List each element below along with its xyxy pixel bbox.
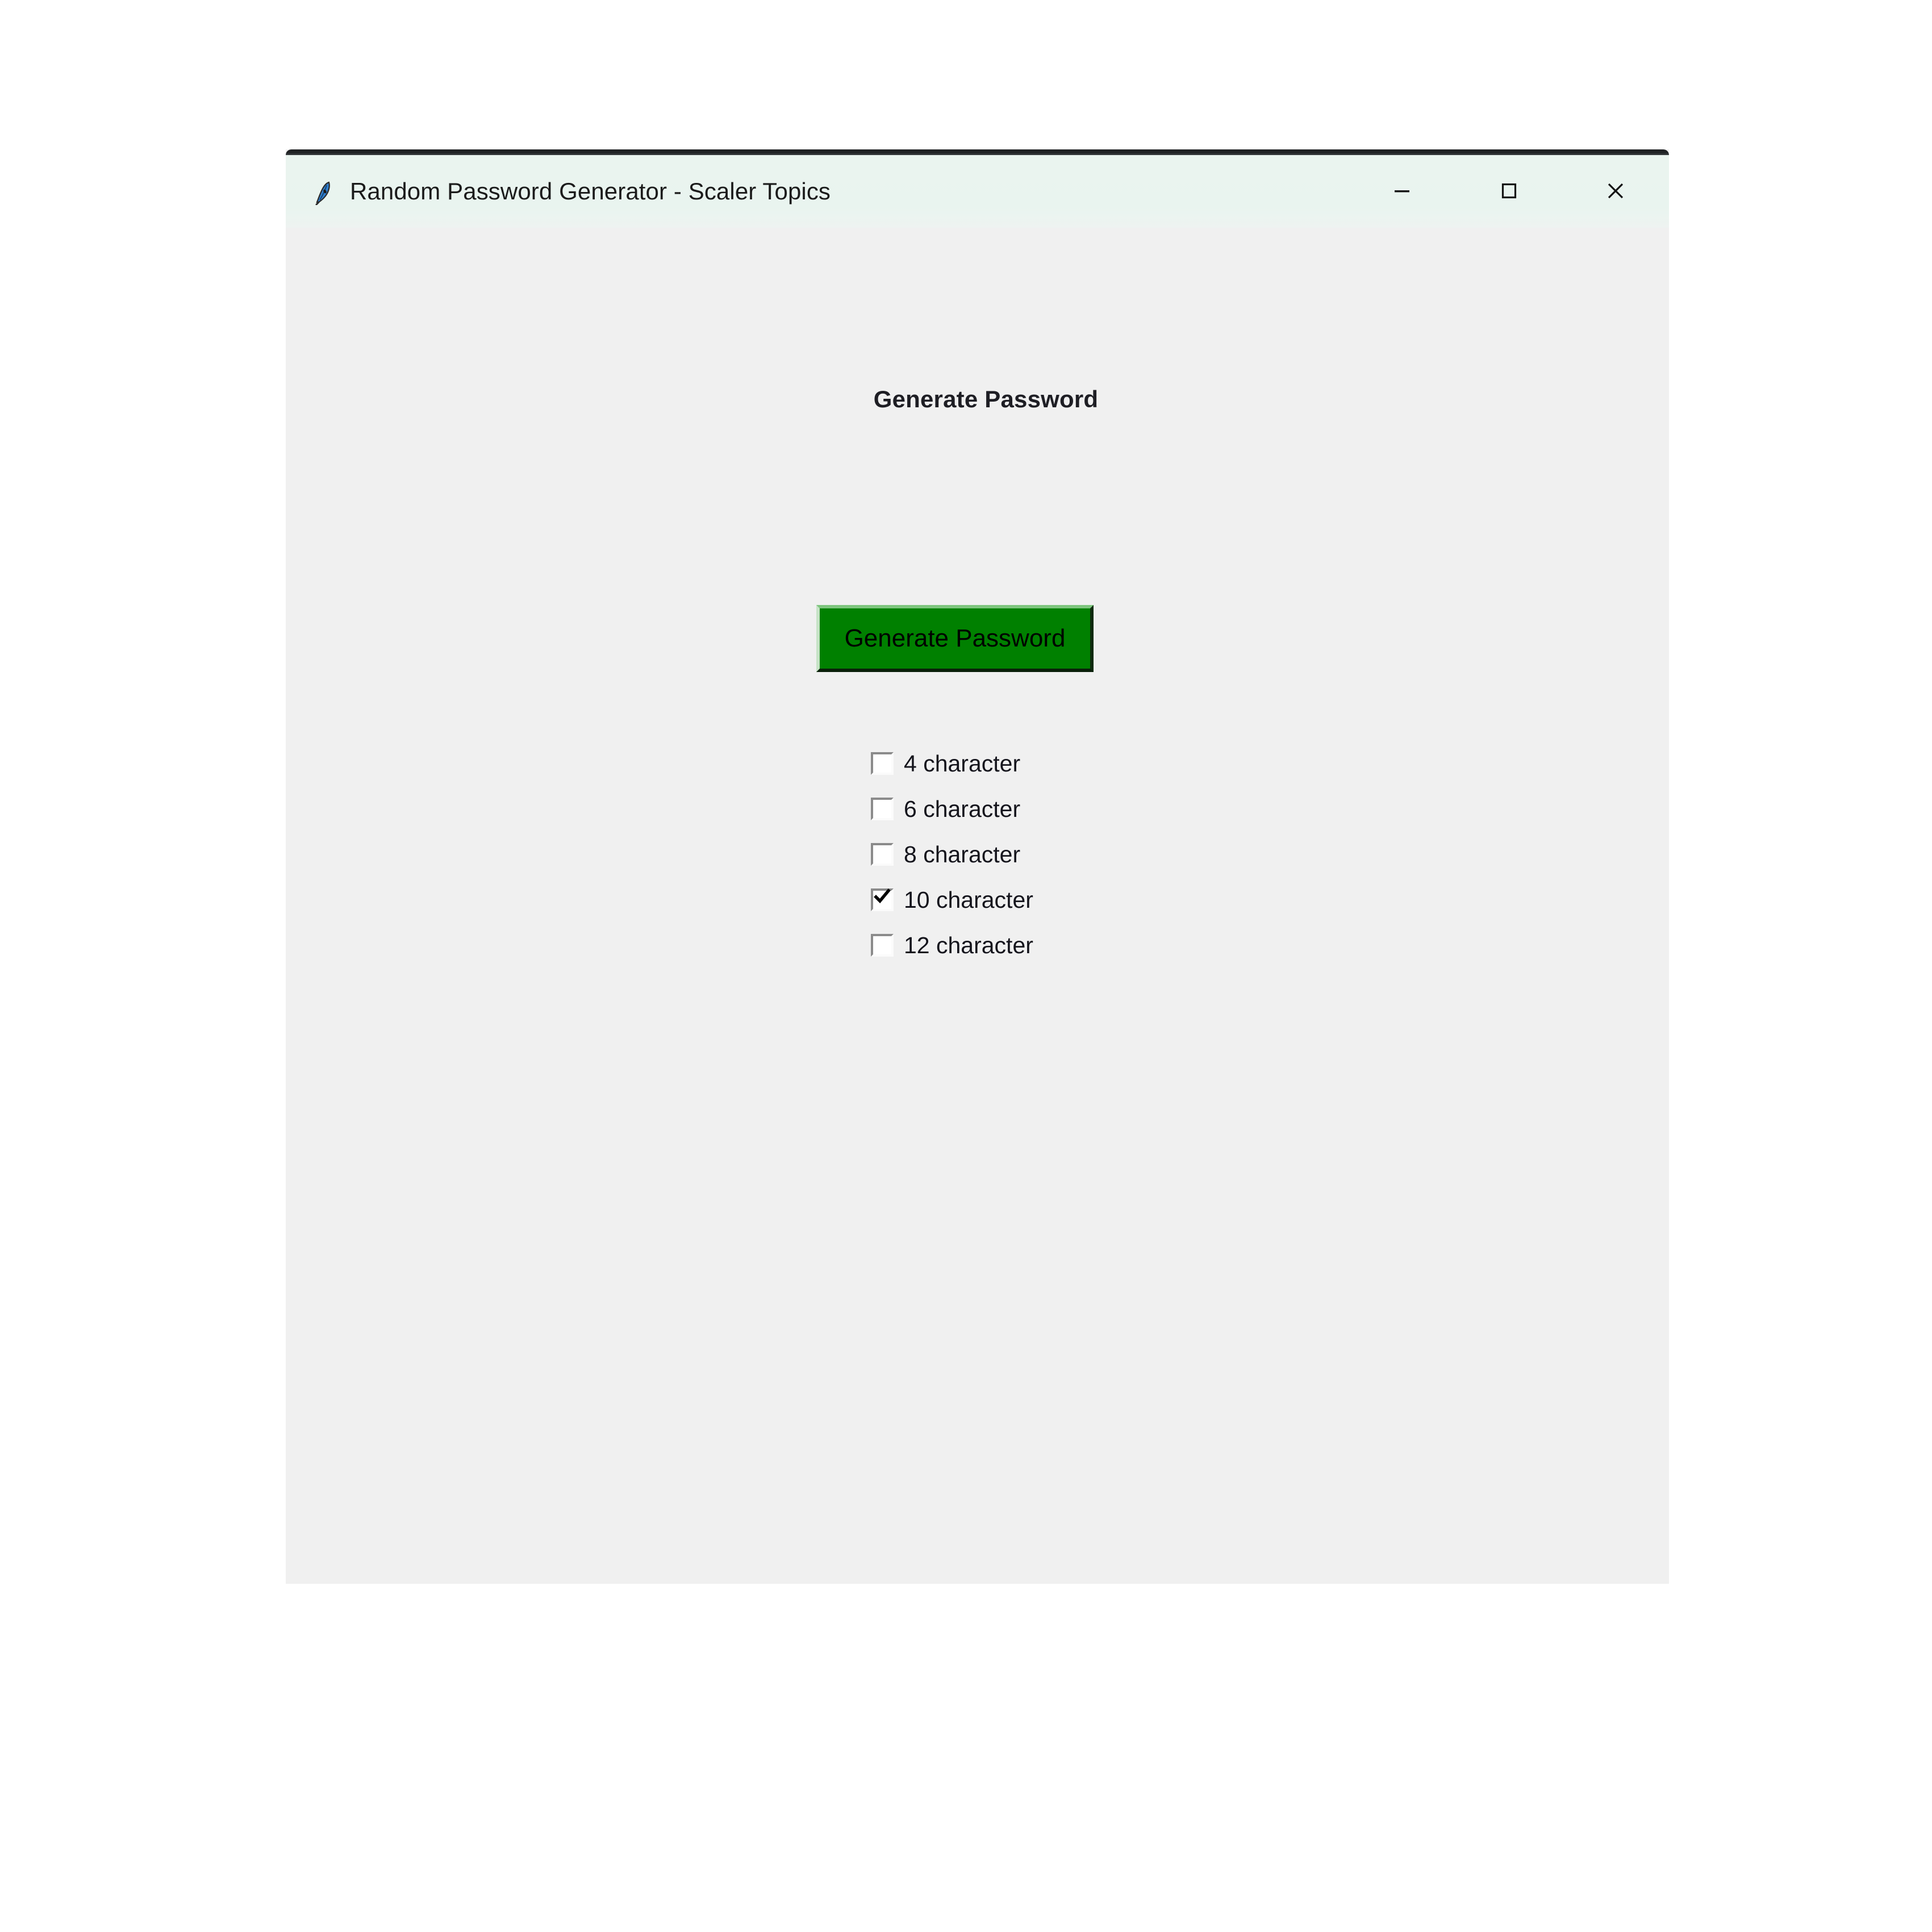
checkmark-icon (872, 886, 892, 907)
checkbox-label-6-character: 6 character (904, 795, 1021, 822)
checkbox-row-4-character[interactable]: 4 character (871, 741, 1268, 786)
maximize-button[interactable] (1455, 155, 1562, 228)
maximize-icon (1497, 180, 1520, 204)
checkbox-6-character[interactable] (871, 798, 894, 820)
application-window: Random Password Generator - Scaler Topic… (286, 149, 1669, 1584)
checkbox-label-4-character: 4 character (904, 750, 1021, 777)
tkinter-feather-icon (311, 179, 337, 206)
checkbox-4-character[interactable] (871, 752, 894, 775)
checkbox-row-8-character[interactable]: 8 character (871, 832, 1268, 877)
checkbox-8-character[interactable] (871, 843, 894, 866)
close-icon (1603, 178, 1628, 205)
checkbox-label-8-character: 8 character (904, 841, 1021, 867)
checkbox-label-10-character: 10 character (904, 886, 1033, 913)
title-bar[interactable]: Random Password Generator - Scaler Topic… (286, 155, 1669, 228)
window-top-chrome (286, 149, 1669, 155)
generate-password-button[interactable]: Generate Password (816, 605, 1094, 672)
minimize-icon (1391, 180, 1413, 204)
checkbox-12-character[interactable] (871, 934, 894, 957)
password-length-options: 4 character 6 character 8 character 10 c… (871, 741, 1268, 968)
client-area: Generate Password Generate Password 4 ch… (286, 228, 1669, 1584)
checkbox-row-12-character[interactable]: 12 character (871, 923, 1268, 968)
close-button[interactable] (1562, 155, 1669, 228)
minimize-button[interactable] (1349, 155, 1455, 228)
checkbox-label-12-character: 12 character (904, 932, 1033, 958)
title-bar-left: Random Password Generator - Scaler Topic… (286, 178, 1349, 206)
window-controls (1349, 155, 1669, 228)
page-title: Generate Password (873, 386, 1099, 412)
checkbox-row-6-character[interactable]: 6 character (871, 786, 1268, 832)
window-title: Random Password Generator - Scaler Topic… (350, 178, 831, 205)
checkbox-row-10-character[interactable]: 10 character (871, 877, 1268, 923)
checkbox-10-character[interactable] (871, 888, 894, 911)
